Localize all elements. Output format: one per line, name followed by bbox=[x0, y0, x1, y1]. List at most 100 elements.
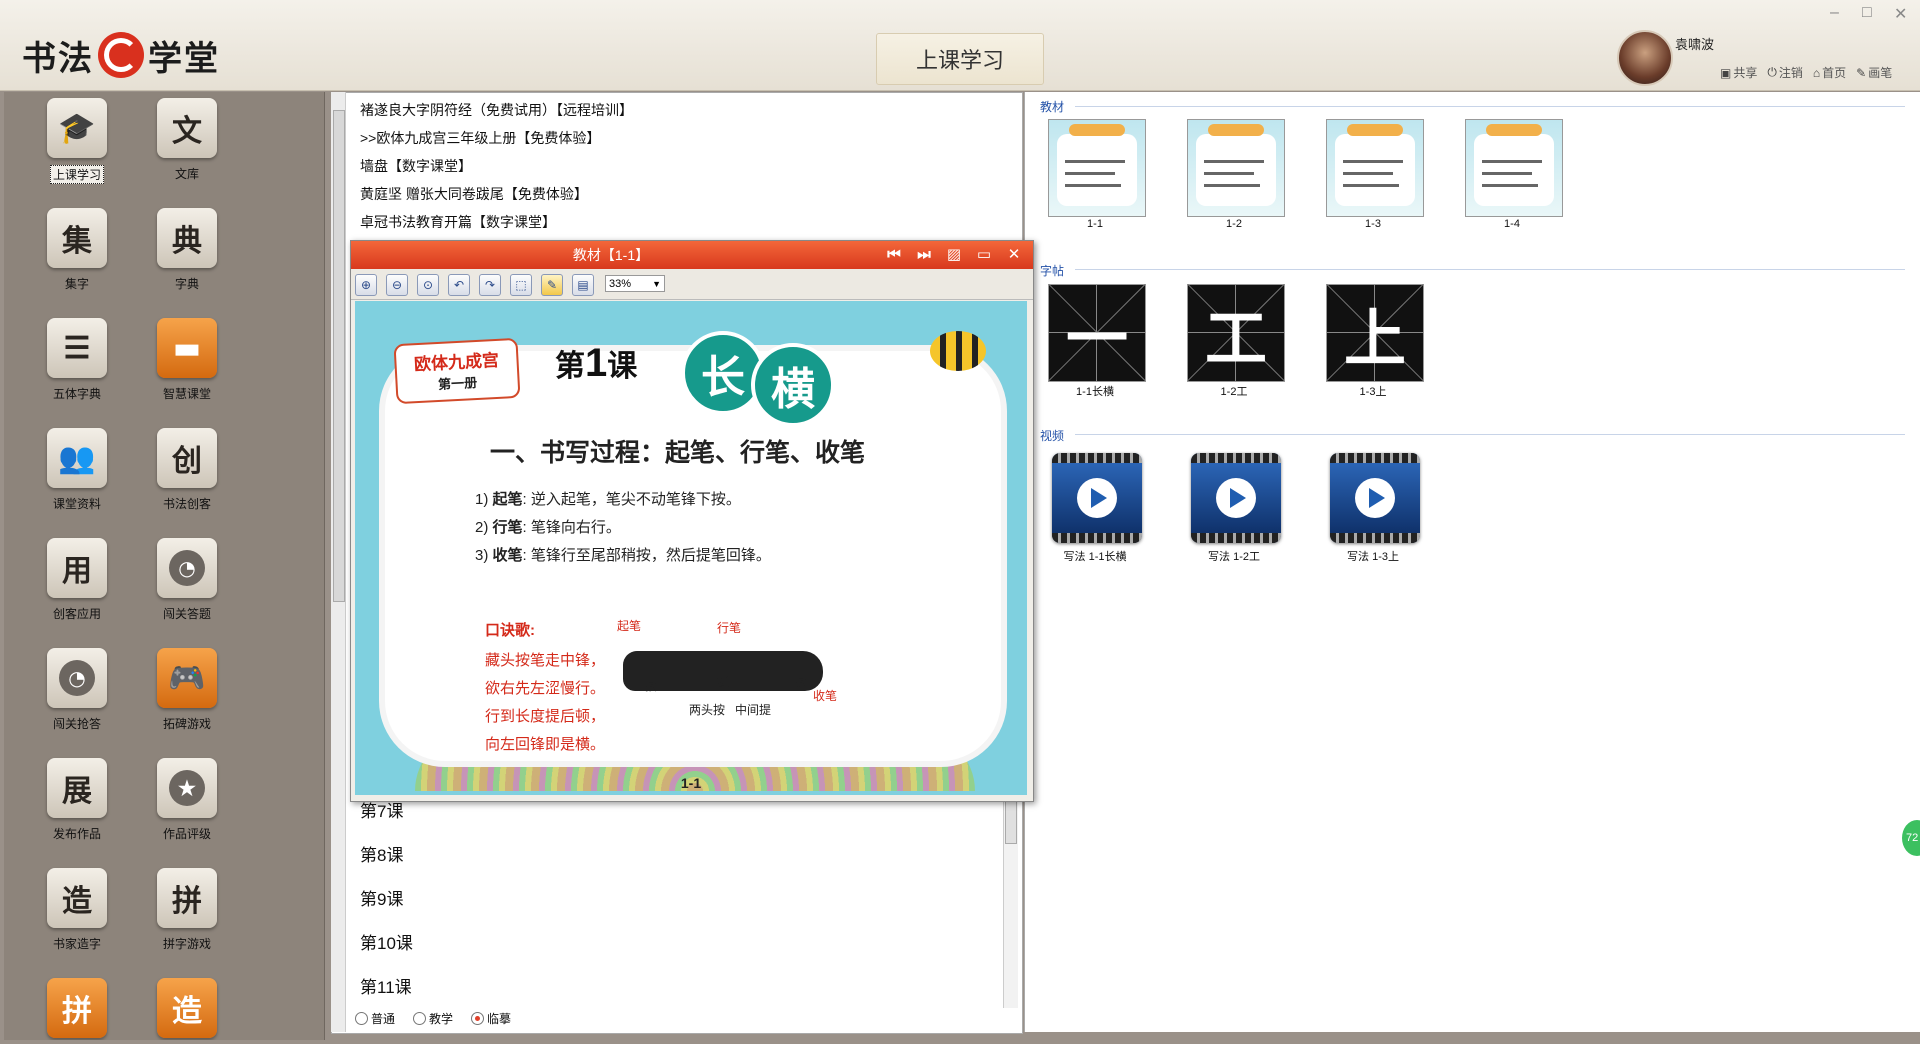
play-icon bbox=[1355, 478, 1395, 518]
sidebar-item-label: 文库 bbox=[174, 167, 199, 181]
textbook-thumbnail[interactable] bbox=[1326, 119, 1424, 217]
nav-icon: ☰ bbox=[47, 318, 107, 378]
sidebar-item[interactable]: 造书家造字 bbox=[22, 864, 132, 974]
textbook-thumbnail[interactable] bbox=[1187, 119, 1285, 217]
divider bbox=[1075, 106, 1905, 107]
home-link[interactable]: ⌂ 首页 bbox=[1813, 64, 1846, 81]
sidebar-item[interactable]: 👥 课堂资料 bbox=[22, 424, 132, 534]
sidebar-item[interactable]: 🎮 拓碑游戏 bbox=[132, 644, 242, 754]
logo-text-left: 书法 bbox=[22, 38, 94, 79]
video-section-title: 视频 bbox=[1040, 429, 1065, 443]
lesson-item[interactable]: 第10课 bbox=[360, 922, 1000, 966]
image-view-icon[interactable]: ▨ bbox=[944, 245, 964, 265]
resource-panel bbox=[1024, 92, 1920, 1032]
mode-copy-radio[interactable]: 临摹 bbox=[471, 1010, 511, 1027]
video-thumbnail[interactable] bbox=[1191, 453, 1281, 543]
step-item: 2) 行笔: 笔锋向右行。 bbox=[475, 519, 621, 536]
sidebar-item-label: 创客应用 bbox=[52, 607, 101, 621]
nav-icon: 文 bbox=[157, 98, 217, 158]
close-icon[interactable]: ✕ bbox=[1004, 245, 1024, 265]
video-thumbnail[interactable] bbox=[1330, 453, 1420, 543]
sidebar-item-label: 课堂资料 bbox=[52, 497, 101, 511]
top-links: ▣ 共享 ⏻ 注销 ⌂ 首页 ✎ 画笔 bbox=[1720, 64, 1892, 81]
copybook-caption: 1-2工 bbox=[1220, 386, 1248, 398]
logout-icon: ⏻ bbox=[1767, 65, 1777, 79]
course-item[interactable]: 卓冠书法教育开篇【数字课堂】 bbox=[360, 208, 1010, 236]
nav-icon: ◔ bbox=[157, 538, 217, 598]
app-header: 书法 学堂 上课学习 – □ ✕ 袁啸波 ▣ 共享 ⏻ 注销 ⌂ 首页 ✎ 画笔 bbox=[0, 0, 1920, 91]
video-thumbnail[interactable] bbox=[1052, 453, 1142, 543]
sidebar-item-label: 闯关答题 bbox=[162, 607, 211, 621]
rotate-left-icon[interactable]: ↶ bbox=[448, 274, 470, 296]
logout-link[interactable]: ⏻ 注销 bbox=[1767, 64, 1803, 81]
page-number: 1-1 bbox=[680, 775, 702, 791]
select-icon[interactable]: ⬚ bbox=[510, 274, 532, 296]
sidebar-item[interactable]: ★ 作品评级 bbox=[132, 754, 242, 864]
nav-icon: ◔ bbox=[47, 648, 107, 708]
step-list: 1) 起笔: 逆入起笔，笔尖不动笔锋下按。 2) 行笔: 笔锋向右行。 3) 收… bbox=[475, 486, 771, 570]
viewer-titlebar[interactable]: 教材【1-1】 ⏮ ⏭ ▨ ▭ ✕ bbox=[351, 241, 1033, 269]
zoom-out-icon[interactable]: ⊖ bbox=[386, 274, 408, 296]
copybook-thumbnail[interactable]: 工 bbox=[1187, 284, 1285, 382]
sidebar-item[interactable]: ◔ 闯关抢答 bbox=[22, 644, 132, 754]
sidebar-item[interactable]: 拼拼字游戏 bbox=[132, 864, 242, 974]
textbook-thumbnail[interactable] bbox=[1048, 119, 1146, 217]
mode-normal-radio[interactable]: 普通 bbox=[355, 1010, 395, 1027]
image-icon[interactable]: ▤ bbox=[572, 274, 594, 296]
sidebar-item[interactable]: 文文库 bbox=[132, 94, 242, 204]
first-page-icon[interactable]: ⏮ bbox=[884, 245, 904, 265]
copybook-thumbnail[interactable]: 一 bbox=[1048, 284, 1146, 382]
lesson-item[interactable]: 第11课 bbox=[360, 966, 1000, 1010]
play-icon bbox=[1216, 478, 1256, 518]
sidebar-item[interactable]: ▬ 智慧课堂 bbox=[132, 314, 242, 424]
sidebar-item[interactable]: 造 bbox=[132, 974, 242, 1040]
sidebar-item[interactable]: 展发布作品 bbox=[22, 754, 132, 864]
close-window-button[interactable]: ✕ bbox=[1894, 4, 1907, 24]
sidebar-item-label: 书法创客 bbox=[162, 497, 211, 511]
nav-icon: 展 bbox=[47, 758, 107, 818]
copybook-caption: 1-1长横 bbox=[1076, 386, 1114, 398]
sidebar-item[interactable]: 集集字 bbox=[22, 204, 132, 314]
pen-icon[interactable]: ✎ bbox=[541, 274, 563, 296]
avatar[interactable] bbox=[1617, 30, 1673, 86]
sidebar-item[interactable]: 拼 bbox=[22, 974, 132, 1040]
minimize-button[interactable]: – bbox=[1830, 4, 1839, 22]
maximize-button[interactable]: □ bbox=[1862, 4, 1872, 22]
course-item[interactable]: 褚遂良大字阴符经（免费试用）【远程培训】 bbox=[360, 96, 1010, 124]
textbook-section-title: 教材 bbox=[1040, 100, 1065, 114]
zoom-select[interactable]: 33% ▼ bbox=[605, 275, 665, 292]
sidebar-item[interactable]: 用创客应用 bbox=[22, 534, 132, 644]
splitter-scroll-thumb[interactable] bbox=[333, 110, 345, 602]
lesson-item[interactable]: 第9课 bbox=[360, 878, 1000, 922]
stroke-label-lift: 提 bbox=[717, 675, 730, 689]
mode-teach-radio[interactable]: 教学 bbox=[413, 1010, 453, 1027]
copybook-thumbnail[interactable]: 上 bbox=[1326, 284, 1424, 382]
stroke-label-move: 行笔 bbox=[717, 621, 742, 635]
sidebar-item[interactable]: ◔ 闯关答题 bbox=[132, 534, 242, 644]
sidebar-item[interactable]: ☰ 五体字典 bbox=[22, 314, 132, 424]
nav-icon: 拼 bbox=[157, 868, 217, 928]
rotate-right-icon[interactable]: ↷ bbox=[479, 274, 501, 296]
lesson-item[interactable]: 第8课 bbox=[360, 834, 1000, 878]
textbook-caption: 1-2 bbox=[1226, 218, 1242, 230]
sidebar-item-label: 集字 bbox=[64, 277, 89, 291]
zoom-in-icon[interactable]: ⊕ bbox=[355, 274, 377, 296]
page-title: 上课学习 bbox=[876, 33, 1044, 85]
zoom-fit-icon[interactable]: ⊙ bbox=[417, 274, 439, 296]
poem-title: 口诀歌: bbox=[485, 622, 535, 639]
nav-icon: 创 bbox=[157, 428, 217, 488]
textbook-caption: 1-3 bbox=[1365, 218, 1381, 230]
restore-window-icon[interactable]: ▭ bbox=[974, 245, 994, 265]
sidebar-item[interactable]: 典字典 bbox=[132, 204, 242, 314]
course-item[interactable]: 墙盘【数字课堂】 bbox=[360, 152, 1010, 180]
pen-link[interactable]: ✎ 画笔 bbox=[1856, 64, 1892, 81]
course-item[interactable]: 黄庭坚 赠张大同卷跋尾【免费体验】 bbox=[360, 180, 1010, 208]
sidebar-item-label: 闯关抢答 bbox=[52, 717, 101, 731]
sidebar-item[interactable]: 🎓 上课学习 bbox=[22, 94, 132, 204]
sidebar-item[interactable]: 创书法创客 bbox=[132, 424, 242, 534]
share-link[interactable]: ▣ 共享 bbox=[1720, 64, 1757, 81]
sidebar-nav: 🎓 上课学习文文库集集字典字典 ☰ 五体字典 ▬ 智慧课堂 👥 课堂资料创书法创客用创客应用 ◔… bbox=[22, 94, 312, 1040]
last-page-icon[interactable]: ⏭ bbox=[914, 245, 934, 265]
textbook-thumbnail[interactable] bbox=[1465, 119, 1563, 217]
course-item[interactable]: >>欧体九成宫三年级上册【免费体验】 bbox=[360, 124, 1010, 152]
